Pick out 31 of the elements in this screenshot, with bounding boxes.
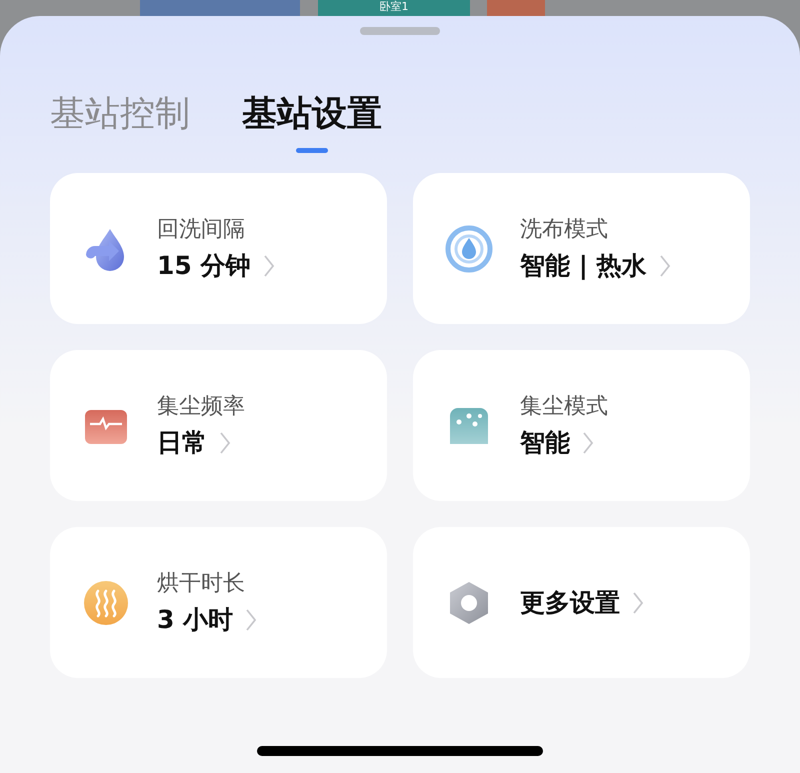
- setting-card[interactable]: 集尘模式 智能: [413, 350, 750, 501]
- setting-title: 回洗间隔: [157, 216, 246, 244]
- chevron-right-icon: [658, 254, 671, 278]
- room-label: 卧室1: [380, 0, 408, 13]
- map-room[interactable]: [140, 0, 300, 16]
- drag-handle[interactable]: [360, 27, 440, 35]
- swirl-drop-icon: [445, 224, 493, 272]
- setting-title: 集尘模式: [520, 392, 608, 420]
- setting-title: 集尘频率: [157, 392, 245, 420]
- chevron-right-icon: [632, 590, 644, 614]
- setting-card[interactable]: 洗布模式 智能 | 热水: [413, 173, 750, 324]
- chevron-right-icon: [262, 254, 274, 278]
- setting-value: 智能 | 热水: [520, 250, 647, 282]
- setting-value: 智能: [520, 426, 570, 458]
- chevron-right-icon: [219, 430, 231, 454]
- setting-value: 15 分钟: [157, 250, 250, 282]
- steam-icon: [82, 578, 130, 626]
- setting-value: 3 小时: [157, 604, 234, 636]
- tab[interactable]: 基站设置: [242, 93, 382, 153]
- map-room[interactable]: [487, 0, 545, 16]
- setting-title: 烘干时长: [157, 570, 246, 598]
- setting-title: 洗布模式: [520, 216, 609, 244]
- setting-card[interactable]: 集尘频率 日常: [50, 350, 387, 501]
- setting-value: 更多设置: [520, 586, 620, 618]
- setting-card[interactable]: 烘干时长 3 小时: [50, 527, 387, 678]
- setting-value: 日常: [157, 426, 207, 458]
- setting-card[interactable]: 回洗间隔 15 分钟: [50, 173, 387, 324]
- setting-card[interactable]: 更多设置: [413, 527, 750, 678]
- chevron-right-icon: [245, 608, 258, 632]
- map-room[interactable]: 卧室1: [318, 0, 470, 16]
- chevron-right-icon: [582, 430, 594, 454]
